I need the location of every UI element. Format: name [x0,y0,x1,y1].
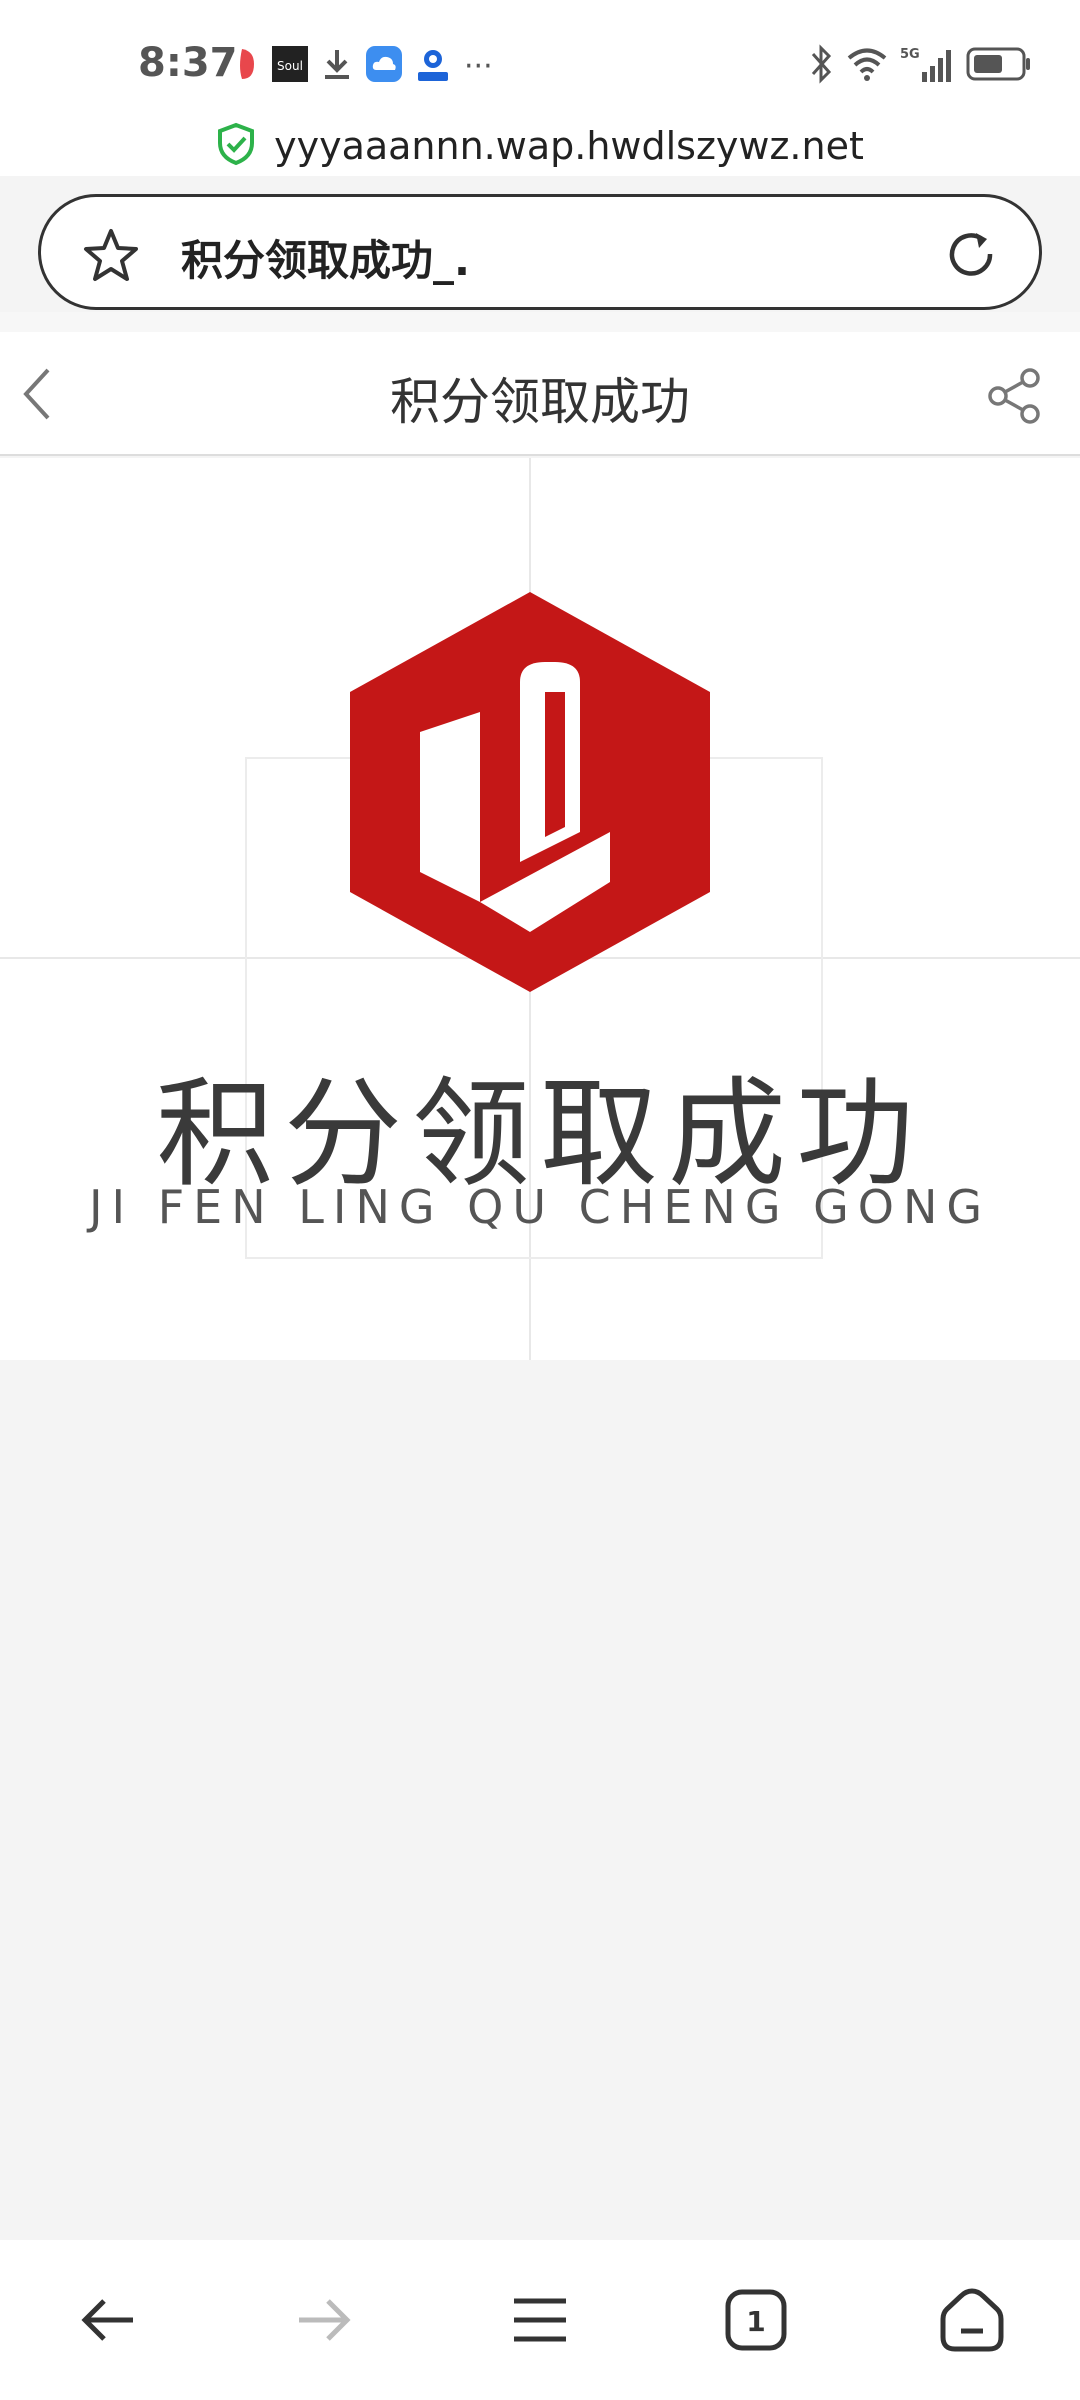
banner-logo-pinyin: JI FEN LING QU CHENG GONG [88,1180,992,1234]
notification-icons: Soul ··· [236,46,493,86]
browser-screen: 8:37 Soul ··· 5G yyyaaannn.wap.hwdlszywz… [0,0,1080,2400]
bluetooth-icon [808,44,834,88]
status-time: 8:37 [138,40,238,86]
forward-icon[interactable] [274,2270,374,2370]
page-title: 积分领取成功 [390,373,690,431]
status-bar: 8:37 Soul ··· 5G [0,0,1080,120]
cloud-app-icon [366,46,402,86]
app-red-icon [236,47,258,85]
battery-icon [966,46,1032,86]
page-top-gap [0,312,1080,332]
home-icon[interactable] [922,2270,1022,2370]
soul-label: Soul [277,59,303,73]
secure-shield-icon [216,122,256,170]
menu-icon[interactable] [490,2270,590,2370]
soul-app-icon: Soul [272,46,308,86]
page-header: 积分领取成功 [0,332,1080,456]
tabs-icon[interactable]: 1 [706,2270,806,2370]
pin-app-icon [416,46,450,86]
network-label: 5G [900,47,920,62]
signal-icon: 5G [900,44,954,88]
wifi-icon [846,46,888,86]
system-icons: 5G [808,44,1032,88]
banner-image: 积分领取成功 JI FEN LING QU CHENG GONG [0,458,1080,1360]
share-icon[interactable] [986,366,1044,430]
company-logo-icon [350,592,710,992]
reload-icon[interactable] [943,227,1001,289]
bookmark-star-icon[interactable] [81,227,141,287]
url-line: yyyaaannn.wap.hwdlszywz.net [0,116,1080,176]
back-icon[interactable] [58,2270,158,2370]
tab-count: 1 [746,2305,765,2338]
address-bar[interactable]: 积分领取成功_. [38,194,1042,310]
bottom-navigation: 1 [0,2240,1080,2400]
address-bar-title[interactable]: 积分领取成功_. [181,227,470,288]
download-icon [322,47,352,85]
page-url[interactable]: yyyaaannn.wap.hwdlszywz.net [274,124,864,168]
more-notifications: ··· [464,48,493,84]
